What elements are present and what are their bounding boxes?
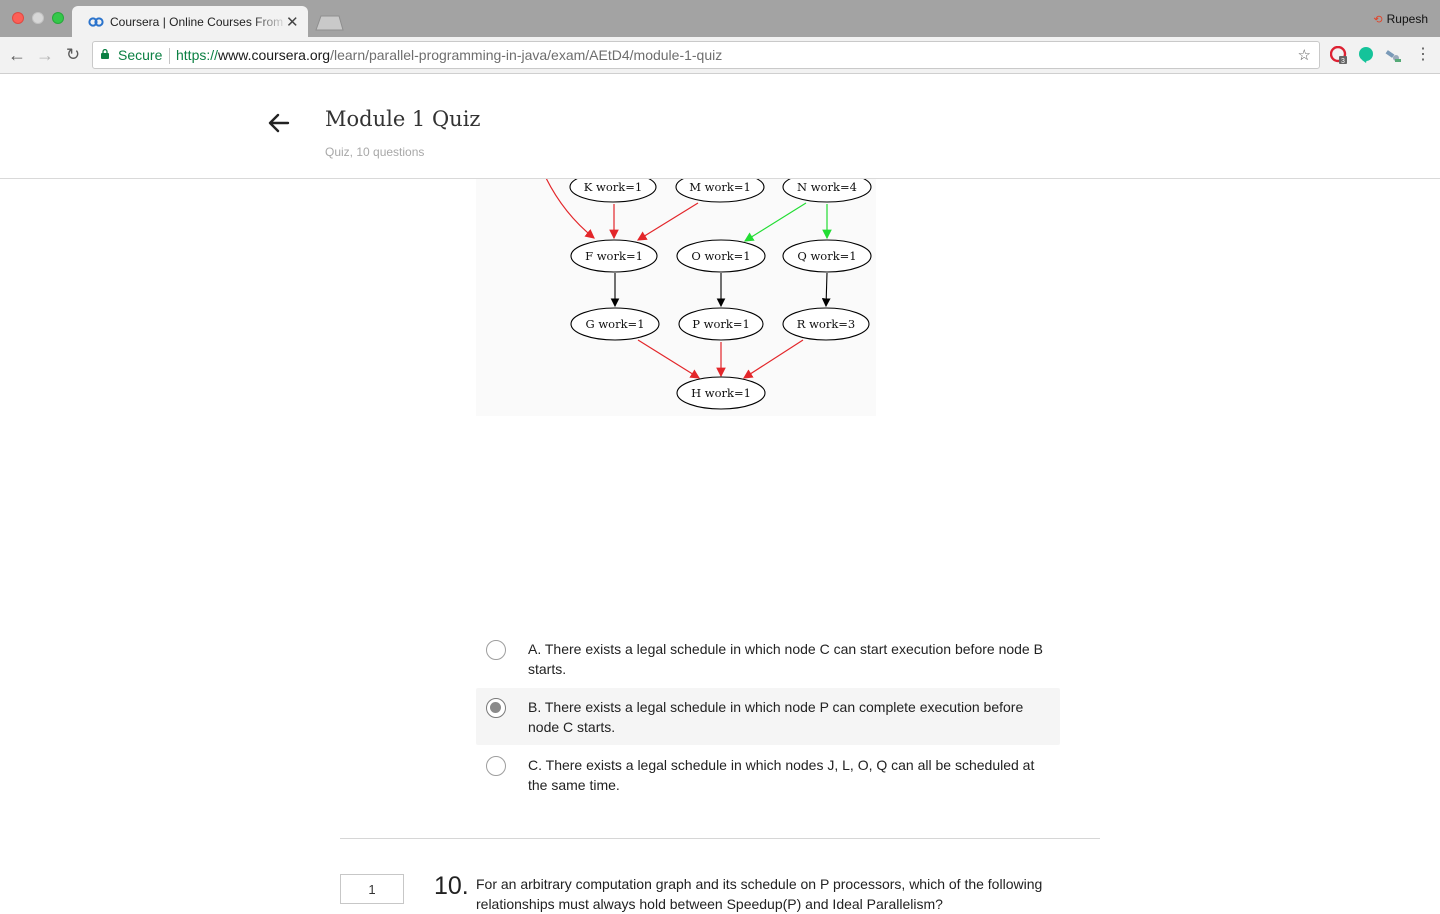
computation-graph: K work=1 M work=1 N work=4 F work=1 O wo… xyxy=(476,170,876,416)
graph-node-r: R work=3 xyxy=(782,307,870,341)
new-tab-button[interactable] xyxy=(312,15,344,31)
edge-m-f xyxy=(636,202,699,241)
minimize-window-button[interactable] xyxy=(32,12,44,24)
close-window-button[interactable] xyxy=(12,12,24,24)
profile-button[interactable]: ⟲ Rupesh xyxy=(1373,12,1428,26)
graph-node-h: H work=1 xyxy=(676,376,766,410)
question-10-text: For an arbitrary computation graph and i… xyxy=(476,876,1043,912)
quiz-header: Module 1 Quiz Quiz, 10 questions xyxy=(0,74,1440,179)
option-b-label: B. There exists a legal schedule in whic… xyxy=(528,699,1024,735)
browser-titlebar: Coursera | Online Courses From ✕ ⟲ Rupesh xyxy=(0,0,1440,37)
browser-toolbar: ← → ↻ Secure https://www.coursera.org/le… xyxy=(0,37,1440,74)
svg-text:Q work=1: Q work=1 xyxy=(797,249,856,263)
secure-label: Secure xyxy=(118,47,163,63)
extension-satellite-icon[interactable] xyxy=(1384,46,1402,64)
page-subtitle: Quiz, 10 questions xyxy=(325,145,425,159)
extension-grammarly-icon[interactable] xyxy=(1357,46,1375,64)
graph-node-g: G work=1 xyxy=(570,307,660,341)
svg-text:F work=1: F work=1 xyxy=(585,249,643,263)
option-c[interactable]: C. There exists a legal schedule in whic… xyxy=(476,746,1060,803)
option-c-radio[interactable] xyxy=(486,756,506,776)
edge-q-r xyxy=(821,272,831,308)
back-icon[interactable]: ← xyxy=(7,45,27,65)
option-b-radio[interactable] xyxy=(486,698,506,718)
chrome-menu-icon[interactable]: ⋮ xyxy=(1415,45,1431,65)
option-a-label: A. There exists a legal schedule in whic… xyxy=(528,641,1043,677)
edge-n-o xyxy=(743,202,807,242)
edge-r-h xyxy=(742,339,804,379)
question-divider xyxy=(340,838,1100,839)
option-b[interactable]: B. There exists a legal schedule in whic… xyxy=(476,688,1060,745)
maximize-window-button[interactable] xyxy=(52,12,64,24)
extension-adblock-icon[interactable]: 3 xyxy=(1330,46,1348,64)
svg-text:R work=3: R work=3 xyxy=(797,317,856,331)
svg-text:P work=1: P work=1 xyxy=(692,317,750,331)
svg-text:K work=1: K work=1 xyxy=(584,180,642,194)
graph-node-q: Q work=1 xyxy=(782,239,872,273)
back-arrow-icon[interactable] xyxy=(266,110,292,136)
svg-text:O work=1: O work=1 xyxy=(691,249,750,263)
lock-icon xyxy=(101,49,109,59)
svg-text:M work=1: M work=1 xyxy=(689,180,751,194)
option-a[interactable]: A. There exists a legal schedule in whic… xyxy=(476,630,1060,687)
option-c-label: C. There exists a legal schedule in whic… xyxy=(528,757,1035,793)
browser-tab-coursera[interactable]: Coursera | Online Courses From ✕ xyxy=(72,6,308,37)
forward-icon[interactable]: → xyxy=(35,45,55,65)
svg-text:N work=4: N work=4 xyxy=(797,180,857,194)
question-10-number: 10. xyxy=(434,872,469,900)
graph-node-f: F work=1 xyxy=(570,239,658,273)
graph-node-o: O work=1 xyxy=(676,239,766,273)
option-a-radio[interactable] xyxy=(486,640,506,660)
address-bar[interactable]: Secure https://www.coursera.org/learn/pa… xyxy=(92,41,1320,69)
tab-close-icon[interactable]: ✕ xyxy=(286,13,299,31)
url-text[interactable]: https://www.coursera.org/learn/parallel-… xyxy=(176,47,722,63)
question-9-options: A. There exists a legal schedule in whic… xyxy=(476,630,1060,804)
page-title: Module 1 Quiz xyxy=(325,107,481,131)
profile-sync-icon: ⟲ xyxy=(1373,14,1383,26)
svg-text:3: 3 xyxy=(1341,58,1345,64)
svg-text:G work=1: G work=1 xyxy=(585,317,644,331)
graph-node-p: P work=1 xyxy=(678,307,764,341)
bookmark-star-icon[interactable]: ☆ xyxy=(1298,46,1311,64)
reload-icon[interactable]: ↻ xyxy=(63,45,83,65)
profile-name: Rupesh xyxy=(1386,12,1428,26)
svg-text:H work=1: H work=1 xyxy=(691,386,751,400)
edge-g-h xyxy=(637,339,701,379)
coursera-favicon-icon xyxy=(88,17,104,27)
